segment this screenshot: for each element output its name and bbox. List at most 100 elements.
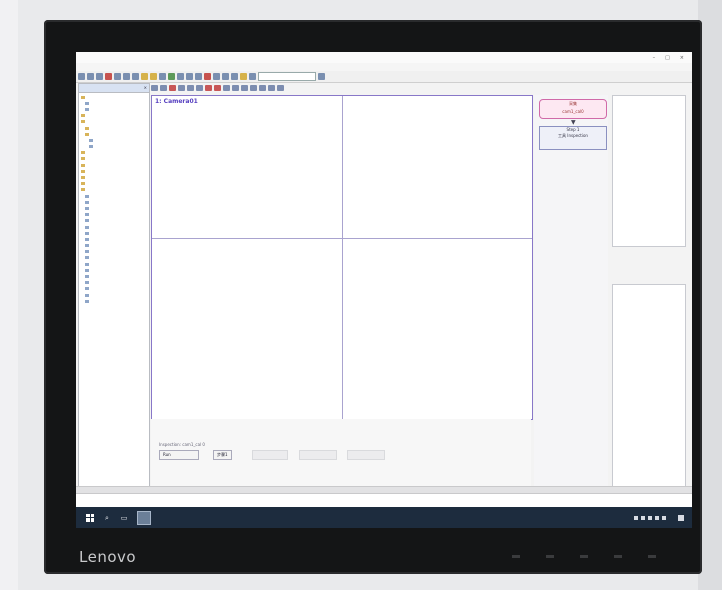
open-file-icon[interactable] bbox=[87, 73, 94, 80]
search-icon[interactable]: ⌕ bbox=[103, 514, 111, 522]
flow-node-step[interactable]: Step 1 工具 Inspection bbox=[539, 126, 607, 150]
app-icon[interactable] bbox=[137, 510, 151, 525]
minimize-button[interactable]: – bbox=[653, 55, 656, 61]
pointer-tool-icon[interactable] bbox=[151, 85, 158, 91]
disabled-button[interactable] bbox=[347, 450, 385, 460]
redo-icon[interactable] bbox=[150, 73, 157, 80]
file-icon bbox=[85, 281, 89, 285]
panel-close-icon[interactable]: × bbox=[144, 84, 149, 92]
property-grid bbox=[612, 284, 686, 488]
folder-icon bbox=[85, 132, 89, 136]
zoom-in-icon[interactable] bbox=[178, 85, 185, 91]
folder-icon bbox=[81, 151, 85, 155]
bulb-icon[interactable] bbox=[240, 73, 247, 80]
run-select[interactable]: Run bbox=[159, 450, 199, 460]
output-panel bbox=[76, 493, 692, 508]
overlay-icon[interactable] bbox=[205, 85, 212, 91]
record-icon[interactable] bbox=[204, 73, 211, 80]
help-icon[interactable] bbox=[318, 73, 325, 80]
capture-icon[interactable] bbox=[268, 85, 275, 91]
pan-tool-icon[interactable] bbox=[160, 85, 167, 91]
monitor-bezel: – □ × × 1: Camera01 Inspection: cam1_cal… bbox=[44, 20, 702, 574]
property-row[interactable] bbox=[613, 434, 685, 440]
close-button[interactable]: × bbox=[680, 55, 684, 61]
grid-icon[interactable] bbox=[186, 73, 193, 80]
copy-icon[interactable] bbox=[123, 73, 130, 80]
step-button[interactable]: 步骤1 bbox=[213, 450, 232, 460]
file-icon bbox=[85, 244, 89, 248]
file-icon bbox=[85, 206, 89, 210]
zoom-out-icon[interactable] bbox=[187, 85, 194, 91]
region-tool-icon[interactable] bbox=[169, 85, 176, 91]
file-icon bbox=[85, 299, 89, 303]
tree-node[interactable] bbox=[80, 298, 149, 304]
flow-node-acquire[interactable]: 采集 cam1_cal0 bbox=[539, 99, 607, 119]
new-file-icon[interactable] bbox=[78, 73, 85, 80]
window-icon[interactable] bbox=[222, 73, 229, 80]
folder-icon bbox=[81, 157, 85, 161]
tray-icon[interactable] bbox=[641, 515, 645, 520]
zoom-icon[interactable] bbox=[195, 73, 202, 80]
save-icon[interactable] bbox=[96, 73, 103, 80]
task-view-icon[interactable]: ▭ bbox=[120, 514, 128, 522]
camera-icon[interactable] bbox=[177, 73, 184, 80]
project-tree bbox=[79, 93, 149, 304]
settings-icon[interactable] bbox=[159, 73, 166, 80]
inspection-panel: Inspection: cam1_cal 0 Run 步骤1 bbox=[151, 419, 531, 487]
stop-icon[interactable] bbox=[105, 73, 112, 80]
windows-start-icon[interactable] bbox=[86, 513, 94, 522]
notification-icon[interactable] bbox=[678, 514, 684, 521]
disabled-button[interactable] bbox=[299, 450, 337, 460]
layout-2-icon[interactable] bbox=[232, 85, 239, 91]
folder-icon bbox=[81, 182, 85, 186]
graphic-icon[interactable] bbox=[259, 85, 266, 91]
file-icon bbox=[85, 219, 89, 223]
run-icon[interactable] bbox=[168, 73, 175, 80]
chart-icon[interactable] bbox=[249, 73, 256, 80]
paste-icon[interactable] bbox=[132, 73, 139, 80]
monitor-buttons bbox=[512, 555, 656, 558]
mode-select[interactable] bbox=[258, 72, 316, 81]
monitor-button[interactable] bbox=[512, 555, 520, 558]
file-icon bbox=[85, 287, 89, 291]
monitor-button[interactable] bbox=[614, 555, 622, 558]
horizontal-scrollbar[interactable] bbox=[76, 486, 692, 493]
project-tree-panel: × bbox=[78, 83, 150, 488]
menu-bar bbox=[76, 63, 692, 71]
tray-icon[interactable] bbox=[662, 515, 666, 520]
file-icon bbox=[85, 268, 89, 272]
document-toolbar bbox=[151, 83, 531, 93]
crosshair-horizontal bbox=[152, 238, 532, 239]
camera-label: 1: Camera01 bbox=[155, 98, 198, 105]
crosshair-vertical bbox=[342, 96, 343, 419]
folder-icon bbox=[81, 169, 85, 173]
system-tray bbox=[634, 514, 692, 521]
tree-node[interactable] bbox=[613, 133, 685, 139]
fit-icon[interactable] bbox=[196, 85, 203, 91]
tray-icon[interactable] bbox=[648, 515, 652, 520]
monitor-icon[interactable] bbox=[231, 73, 238, 80]
monitor-button[interactable] bbox=[648, 555, 656, 558]
image-canvas[interactable]: 1: Camera01 bbox=[151, 95, 533, 420]
undo-icon[interactable] bbox=[141, 73, 148, 80]
maximize-button[interactable]: □ bbox=[665, 55, 670, 61]
layout-icon[interactable] bbox=[213, 73, 220, 80]
cut-icon[interactable] bbox=[114, 73, 121, 80]
ruler-icon[interactable] bbox=[214, 85, 221, 91]
image-icon[interactable] bbox=[250, 85, 257, 91]
folder-icon bbox=[81, 120, 85, 124]
disabled-button[interactable] bbox=[252, 450, 288, 460]
file-icon bbox=[89, 145, 93, 149]
layout-1-icon[interactable] bbox=[223, 85, 230, 91]
file-icon bbox=[85, 250, 89, 254]
monitor-button[interactable] bbox=[546, 555, 554, 558]
tray-icon[interactable] bbox=[634, 515, 638, 520]
file-icon bbox=[85, 275, 89, 279]
tray-icon[interactable] bbox=[655, 515, 659, 520]
project-tree-title: × bbox=[79, 84, 149, 93]
layout-4-icon[interactable] bbox=[241, 85, 248, 91]
folder-icon bbox=[85, 126, 89, 130]
monitor-button[interactable] bbox=[580, 555, 588, 558]
snapshot-icon[interactable] bbox=[277, 85, 284, 91]
folder-icon bbox=[81, 95, 85, 99]
